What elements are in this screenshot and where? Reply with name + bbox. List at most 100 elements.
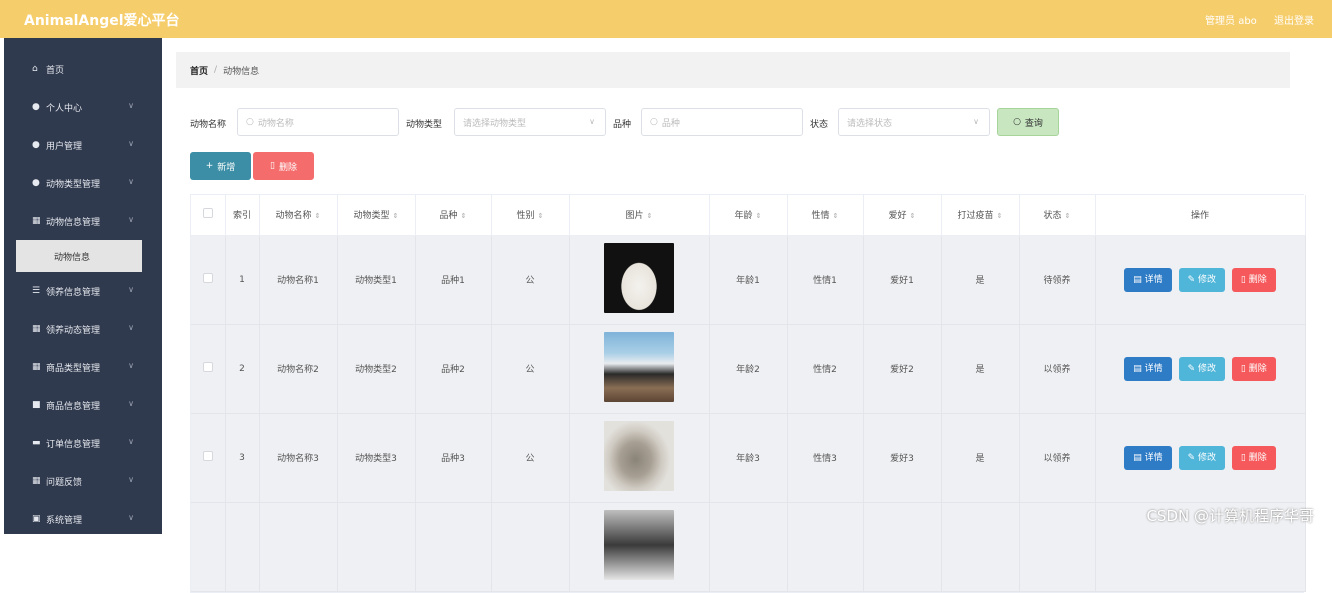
breadcrumb-home[interactable]: 首页 — [190, 64, 208, 77]
cell-status: 以领养 — [1019, 413, 1095, 502]
cell-vaccinated: 是 — [941, 324, 1019, 413]
cell-temper: 性情3 — [787, 413, 863, 502]
col-sex[interactable]: 性别⇕ — [491, 195, 569, 235]
animal-photo[interactable] — [604, 243, 674, 313]
col-status[interactable]: 状态⇕ — [1019, 195, 1095, 235]
cell-type: 动物类型2 — [337, 324, 415, 413]
user-icon: ● — [32, 140, 46, 150]
edit-button[interactable]: ✎ 修改 — [1179, 268, 1225, 292]
search-button-label: 查询 — [1025, 116, 1043, 129]
animal-photo[interactable] — [604, 510, 674, 580]
sidebar-item-orders[interactable]: ▬ 订单信息管理 ∨ — [4, 424, 162, 462]
search-button[interactable]: ○ 查询 — [997, 108, 1059, 136]
chevron-down-icon: ∨ — [973, 117, 979, 126]
box-icon: ■ — [32, 400, 46, 410]
cell-breed: 品种1 — [415, 235, 491, 324]
chevron-down-icon: ∨ — [128, 285, 134, 294]
col-hobby[interactable]: 爱好⇕ — [863, 195, 941, 235]
sidebar-subitem-animal-info[interactable]: 动物信息 — [16, 240, 142, 272]
cell-hobby: 爱好1 — [863, 235, 941, 324]
paw-icon: ● — [32, 178, 46, 188]
sidebar-item-goods-types[interactable]: ▦ 商品类型管理 ∨ — [4, 348, 162, 386]
sort-icon: ⇕ — [756, 212, 762, 220]
filter-breed-label: 品种 — [613, 117, 631, 130]
animal-type-select[interactable]: 请选择动物类型 ∨ — [454, 108, 606, 136]
cell-sex: 公 — [491, 235, 569, 324]
row-delete-button[interactable]: ▯ 删除 — [1232, 357, 1276, 381]
row-delete-button[interactable]: ▯ 删除 — [1232, 268, 1276, 292]
logout-link[interactable]: 退出登录 — [1274, 16, 1314, 27]
sidebar-item-system[interactable]: ▣ 系统管理 ∨ — [4, 500, 162, 538]
sidebar-item-label: 动物信息管理 — [46, 215, 100, 228]
filter-status-label: 状态 — [810, 117, 828, 130]
cell-name: 动物名称1 — [259, 235, 337, 324]
select-all-checkbox[interactable] — [191, 195, 225, 235]
sidebar-item-label: 动物类型管理 — [46, 177, 100, 190]
sidebar-item-goods-info[interactable]: ■ 商品信息管理 ∨ — [4, 386, 162, 424]
search-icon: ○ — [1013, 117, 1021, 127]
cell-image — [569, 502, 709, 591]
cell-vaccinated: 是 — [941, 413, 1019, 502]
name-search-input[interactable]: ○ 动物名称 — [237, 108, 399, 136]
animal-photo[interactable] — [604, 421, 674, 491]
col-breed[interactable]: 品种⇕ — [415, 195, 491, 235]
sidebar-item-personal[interactable]: ● 个人中心 ∨ — [4, 88, 162, 126]
delete-button[interactable]: ▯ 删除 — [253, 152, 314, 180]
main-content: 首页 / 动物信息 动物名称 ○ 动物名称 动物类型 请选择动物类型 ∨ 品种 … — [176, 52, 1290, 88]
cell-actions: ▤ 详情 ✎ 修改 ▯ 删除 — [1095, 413, 1305, 502]
col-age[interactable]: 年龄⇕ — [709, 195, 787, 235]
edit-button[interactable]: ✎ 修改 — [1179, 357, 1225, 381]
cell-actions: ▤ 详情 ✎ 修改 ▯ 删除 — [1095, 235, 1305, 324]
row-delete-button[interactable]: ▯ 删除 — [1232, 446, 1276, 470]
detail-button[interactable]: ▤ 详情 — [1124, 446, 1171, 470]
add-button[interactable]: + 新增 — [190, 152, 251, 180]
col-temper[interactable]: 性情⇕ — [787, 195, 863, 235]
sidebar-item-label: 问题反馈 — [46, 475, 82, 488]
sidebar-item-home[interactable]: ⌂ 首页 — [4, 50, 162, 88]
row-checkbox[interactable] — [191, 324, 225, 413]
cell-breed: 品种2 — [415, 324, 491, 413]
grid-icon: ▦ — [32, 476, 46, 486]
edit-button[interactable]: ✎ 修改 — [1179, 446, 1225, 470]
chevron-down-icon: ∨ — [128, 399, 134, 408]
sidebar-item-animal-info[interactable]: ▦ 动物信息管理 ∨ — [4, 202, 162, 240]
type-placeholder: 请选择动物类型 — [463, 116, 526, 129]
cell-temper: 性情1 — [787, 235, 863, 324]
sidebar-item-adoption-news[interactable]: ▦ 领养动态管理 ∨ — [4, 310, 162, 348]
row-checkbox[interactable] — [191, 235, 225, 324]
sidebar-item-feedback[interactable]: ▦ 问题反馈 ∨ — [4, 462, 162, 500]
chevron-down-icon: ∨ — [128, 475, 134, 484]
sort-icon: ⇕ — [647, 212, 653, 220]
col-image[interactable]: 图片⇕ — [569, 195, 709, 235]
col-vaccinated[interactable]: 打过疫苗⇕ — [941, 195, 1019, 235]
cell-age: 年龄2 — [709, 324, 787, 413]
person-icon: ● — [32, 102, 46, 112]
cell-index: 3 — [225, 413, 259, 502]
cell-status: 以领养 — [1019, 324, 1095, 413]
trash-icon: ▯ — [270, 161, 275, 171]
row-checkbox[interactable] — [191, 502, 225, 591]
sidebar-item-adoption-info[interactable]: ☰ 领养信息管理 ∨ — [4, 272, 162, 310]
row-checkbox[interactable] — [191, 413, 225, 502]
col-type[interactable]: 动物类型⇕ — [337, 195, 415, 235]
animal-photo[interactable] — [604, 332, 674, 402]
cell-status: 待领养 — [1019, 235, 1095, 324]
cell-index: 1 — [225, 235, 259, 324]
sort-icon: ⇕ — [1065, 212, 1071, 220]
sidebar-item-users[interactable]: ● 用户管理 ∨ — [4, 126, 162, 164]
cell-actions: ▤ 详情 ✎ 修改 ▯ 删除 — [1095, 324, 1305, 413]
sort-icon: ⇕ — [393, 212, 399, 220]
sort-icon: ⇕ — [461, 212, 467, 220]
chevron-down-icon: ∨ — [128, 215, 134, 224]
sidebar-item-animal-types[interactable]: ● 动物类型管理 ∨ — [4, 164, 162, 202]
sidebar-item-label: 首页 — [46, 63, 64, 76]
detail-button[interactable]: ▤ 详情 — [1124, 357, 1171, 381]
plus-icon: + — [206, 161, 214, 171]
breadcrumb-current: 动物信息 — [223, 64, 259, 77]
col-name[interactable]: 动物名称⇕ — [259, 195, 337, 235]
col-index: 索引 — [225, 195, 259, 235]
breed-search-input[interactable]: ○ 品种 — [641, 108, 803, 136]
detail-button[interactable]: ▤ 详情 — [1124, 268, 1171, 292]
status-select[interactable]: 请选择状态 ∨ — [838, 108, 990, 136]
cell-hobby: 爱好3 — [863, 413, 941, 502]
